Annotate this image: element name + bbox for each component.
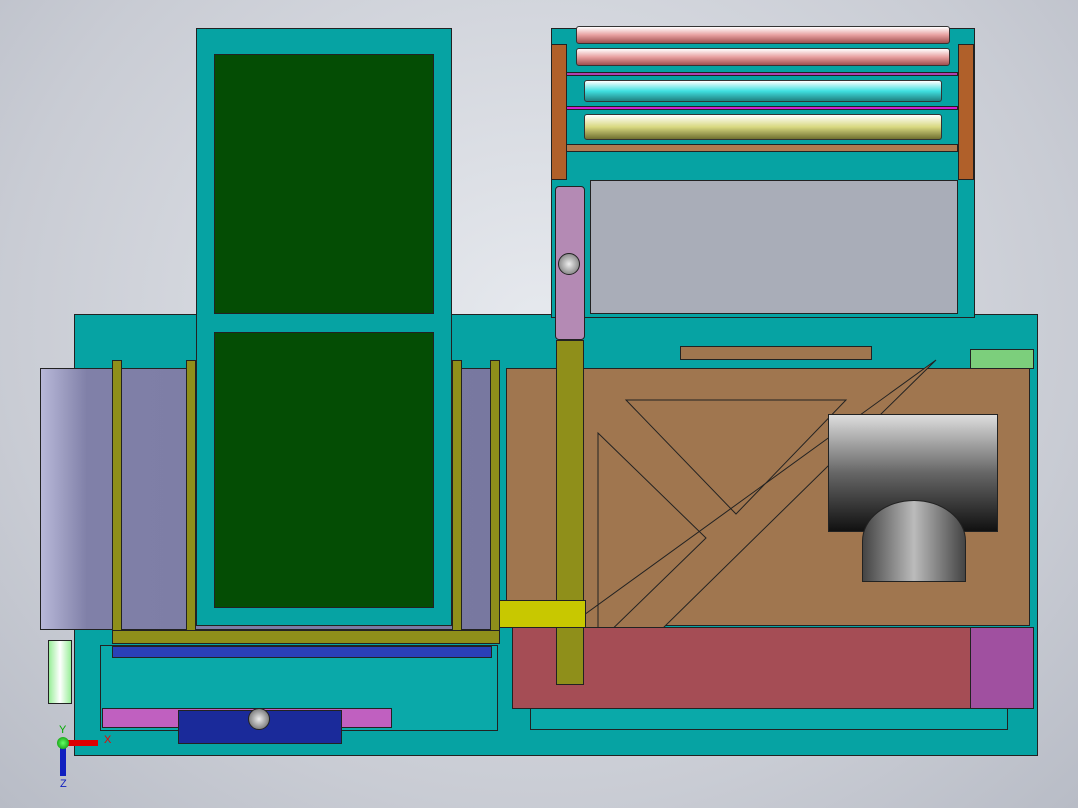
roller-side-left	[551, 44, 567, 180]
conveyor-post-far	[490, 360, 500, 642]
roller-frame-inner	[590, 180, 958, 314]
roller-pink-1	[576, 26, 950, 44]
roller-rod-magenta-2	[566, 106, 958, 110]
roller-cyan	[584, 80, 942, 102]
roller-yellow	[584, 114, 942, 140]
purple-block	[970, 627, 1034, 709]
hood-inner	[862, 500, 966, 582]
conveyor-post-right	[452, 360, 462, 642]
roller-rod-magenta	[566, 72, 958, 76]
blue-bar	[112, 646, 492, 658]
arm-knob	[558, 253, 580, 275]
panel-bottom	[214, 332, 434, 608]
x-axis-label: X	[104, 734, 112, 746]
panel-top	[214, 54, 434, 314]
y-axis-label: Y	[59, 724, 67, 736]
roller-side-right	[958, 44, 974, 180]
conveyor-post-left	[112, 360, 122, 642]
side-roll	[48, 640, 72, 704]
conveyor-bottom-rail	[112, 630, 500, 644]
motor-knob	[248, 708, 270, 730]
green-block	[970, 349, 1034, 369]
roller-bar	[566, 144, 958, 152]
z-axis-label: Z	[60, 778, 67, 790]
olive-rail	[556, 340, 584, 685]
roller-pink-2	[576, 48, 950, 66]
conveyor-post-mid	[186, 360, 196, 642]
y-axis-ball	[57, 737, 69, 749]
